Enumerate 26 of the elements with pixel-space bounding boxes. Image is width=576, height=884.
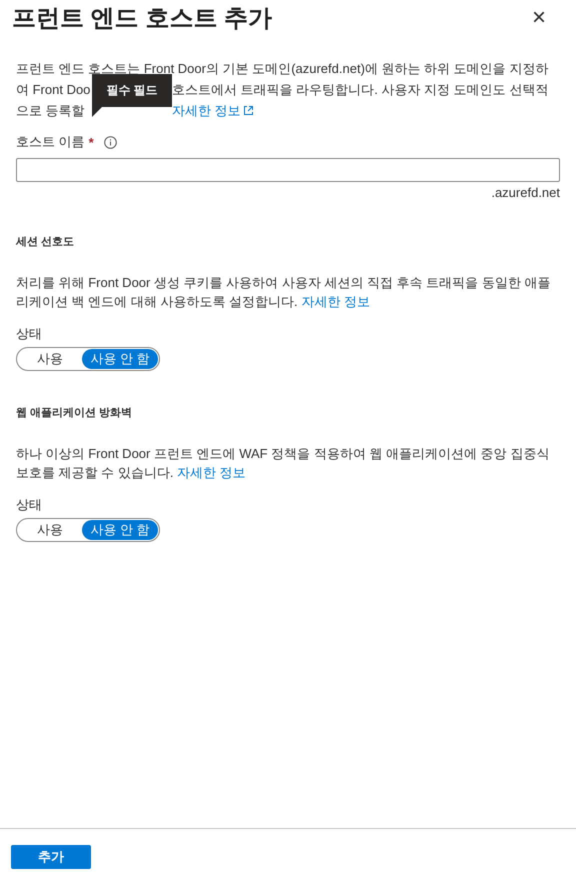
tooltip: 필수 필드 — [92, 74, 172, 117]
toggle-option[interactable]: 사용 안 함 — [82, 520, 158, 540]
host-name-field[interactable] — [16, 158, 560, 182]
toggle-option[interactable]: 사용 — [18, 520, 82, 540]
toggle-option[interactable]: 사용 안 함 — [82, 349, 158, 369]
state-label: 상태 — [16, 325, 43, 343]
panel-title: 프런트 엔드 호스트 추가 — [12, 4, 272, 34]
toggle-option[interactable]: 사용 — [18, 349, 82, 369]
learn-more-link[interactable]: 자세한 정보 — [301, 294, 370, 309]
field-label: 호스트 이름 — [16, 133, 85, 151]
add-button[interactable]: 추가 — [11, 844, 91, 868]
info-icon[interactable] — [104, 136, 117, 148]
domain-suffix: .azurefd.net — [490, 185, 560, 200]
section-heading: 웹 애플리케이션 방화벽 — [16, 406, 134, 420]
description-text: 프런트 엔드 호스트는 Front Door의 기본 도메인(azurefd.net)에 원하는 하위 도메인을 지정하 — [16, 61, 548, 76]
section-description: 하나 이상의 Front Door 프런트 엔드에 WAF 정책을 적용하여 웹 애플리케이션에 중앙 집중식 보호를 제공할 수 있습니다. 자세한 정보 — [16, 445, 550, 482]
section-heading: 세션 선호도 — [16, 235, 76, 249]
description-text: 호스트에서 트래픽을 라우팅합니다. 사용자 지정 도메인도 선택적 — [172, 81, 548, 99]
learn-more-link[interactable]: 자세한 정보 — [172, 100, 254, 121]
state-label: 상태 — [16, 496, 43, 514]
description-text: 으로 등록할 — [16, 102, 85, 120]
learn-more-link[interactable]: 자세한 정보 — [177, 465, 246, 480]
required-mark: * — [88, 134, 94, 150]
description-text: 여 Front Doo — [16, 81, 90, 99]
external-link-icon — [242, 105, 254, 116]
section-description: 처리를 위해 Front Door 생성 쿠키를 사용하여 사용자 세션의 직접 후속 트래픽을 동일한 애플리케이션 백 엔드에 대해 사용하도록 설정합니다. 자세한 정보 — [16, 274, 552, 311]
